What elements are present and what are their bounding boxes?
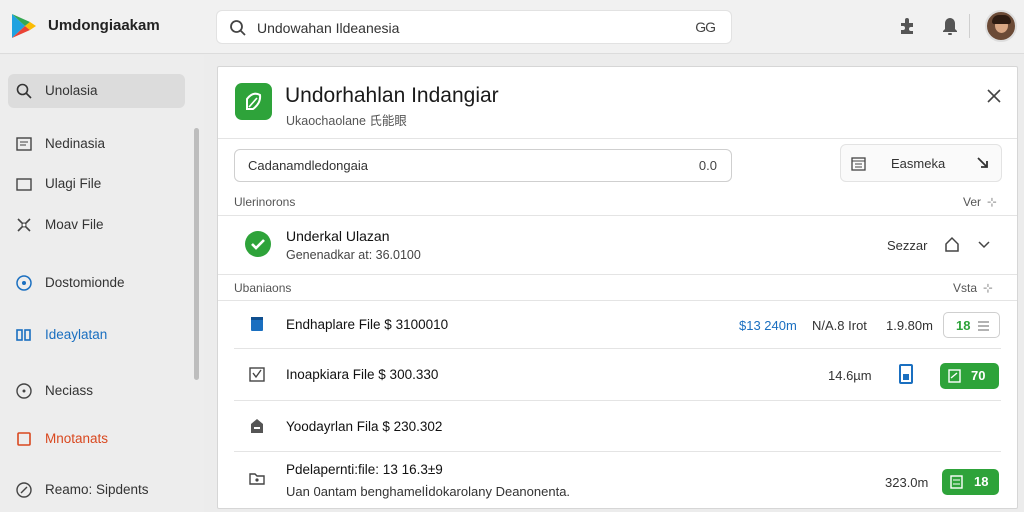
file-size: 14.6µm <box>828 368 872 383</box>
sidebar-scrollbar[interactable] <box>194 128 199 380</box>
detail-panel: Undorhahlan Indangiar Ukaochaolane 氏能眼 C… <box>217 66 1018 509</box>
arrow-icon <box>977 157 988 168</box>
divider <box>218 274 1017 275</box>
app-title: Umdongiaakam <box>48 17 160 34</box>
search-icon <box>16 83 32 99</box>
count-badge[interactable]: 18 <box>943 312 1000 338</box>
sidebar-item-label: Ideaylatan <box>45 327 108 342</box>
toolbar-divider <box>969 14 970 38</box>
sidebar-item-label: Nedinasia <box>45 136 106 151</box>
sidebar-item-label: Reamo: Sipdents <box>45 482 149 497</box>
columns-icon <box>16 329 31 341</box>
document-icon <box>950 475 963 489</box>
divider <box>234 400 1001 401</box>
name-field[interactable]: Cadanamdledongaia 0.0 <box>234 149 732 182</box>
calendar-icon <box>851 157 866 171</box>
image-icon <box>249 367 265 382</box>
menu-icon <box>978 321 989 331</box>
file-size: 323.0m <box>885 475 929 490</box>
bookmark-icon <box>17 432 31 446</box>
sort-label: Vsta <box>953 281 978 295</box>
file-name: Pdelapernti:file: 13 16.3±9 <box>286 462 443 477</box>
top-bar: Umdongiaakam Undowahan Ildeanesia GG <box>0 0 1024 54</box>
sidebar-item-label: Ulagi File <box>45 176 102 191</box>
sort-label: Ver <box>963 195 982 209</box>
document-icon <box>16 137 32 151</box>
puzzle-icon[interactable] <box>896 14 920 38</box>
sidebar-item-moav-file[interactable]: Moav File <box>8 208 185 242</box>
app-icon <box>235 83 272 120</box>
sidebar-item-label: Dostomionde <box>45 275 125 290</box>
tools-icon <box>17 218 31 232</box>
avatar[interactable] <box>985 10 1017 42</box>
sidebar-item-label: Mnotanats <box>45 431 109 446</box>
clock-icon <box>16 383 32 399</box>
folder-icon <box>16 178 32 191</box>
item-name: Underkal Ulazan <box>286 228 390 244</box>
search-bar[interactable]: Undowahan Ildeanesia GG <box>216 10 732 44</box>
divider <box>234 451 1001 452</box>
file-icon <box>899 364 913 384</box>
badge-value: 18 <box>956 318 971 333</box>
file-name: Inoapkiara File $ 300.330 <box>286 367 439 382</box>
file-name: Yoodayrlan Fila $ 230.302 <box>286 419 443 434</box>
file-size: 1.9.80m <box>886 318 933 333</box>
field-value: Cadanamdledongaia <box>248 158 368 173</box>
close-icon[interactable] <box>985 87 1003 105</box>
section-label: Ubaniaons <box>234 281 292 295</box>
badge-value: 70 <box>971 368 986 383</box>
info-icon <box>16 275 32 291</box>
divider <box>218 138 1017 139</box>
file-price: $13 240m <box>739 318 797 333</box>
section-sort[interactable]: Ver ⊹ <box>963 195 997 209</box>
count-badge[interactable]: 18 <box>942 469 999 495</box>
section-sort[interactable]: Vsta ⊹ <box>953 281 993 295</box>
house-icon[interactable] <box>944 236 960 253</box>
search-go-button[interactable]: GG <box>695 19 716 35</box>
item-meta: Genenadkar at: 36.0100 <box>286 248 421 262</box>
divider <box>234 348 1001 349</box>
search-input[interactable]: Undowahan Ildeanesia <box>257 20 399 36</box>
folder-icon <box>249 473 265 485</box>
bell-icon[interactable] <box>938 14 962 38</box>
count-badge[interactable]: 70 <box>940 363 999 389</box>
sidebar-item-label: Neciass <box>45 383 94 398</box>
app-logo-icon[interactable] <box>10 12 38 40</box>
divider <box>218 300 1017 301</box>
sidebar-item-label: Unolasia <box>45 83 98 98</box>
edit-icon <box>948 369 961 383</box>
section-label: Ulerinorons <box>234 195 296 209</box>
sidebar: Unolasia Nedinasia Ulagi File Moav File … <box>0 55 204 512</box>
document-icon <box>251 317 263 331</box>
panel-subtitle: Ukaochaolane 氏能眼 <box>286 114 407 128</box>
badge-value: 18 <box>974 474 989 489</box>
button-label: Easmeka <box>891 156 946 171</box>
item-size: Sezzar <box>887 238 928 253</box>
divider <box>218 215 1017 216</box>
pin-icon: ⊹ <box>983 281 994 295</box>
sidebar-item-nedinasia[interactable]: Nedinasia <box>8 127 185 161</box>
sidebar-item-neciass[interactable]: Neciass <box>8 374 185 408</box>
file-status: N/A.8 Irot <box>812 318 867 333</box>
panel-title: Undorhahlan Indangiar <box>285 84 499 107</box>
sidebar-item-reamo-sipdents[interactable]: Reamo: Sipdents <box>8 473 185 507</box>
sidebar-item-mnotanats[interactable]: Mnotanats <box>8 422 185 456</box>
pin-icon: ⊹ <box>987 195 998 209</box>
easmeka-button[interactable]: Easmeka <box>840 144 1002 182</box>
field-suffix: 0.0 <box>698 158 717 173</box>
chevron-down-icon[interactable] <box>978 241 990 249</box>
sidebar-item-unolasia[interactable]: Unolasia <box>8 74 185 108</box>
file-description: Uan 0antam benghamelİdokarolany Deanonen… <box>286 484 571 499</box>
check-icon <box>245 231 271 257</box>
sidebar-item-ulagi-file[interactable]: Ulagi File <box>8 167 185 201</box>
sidebar-item-label: Moav File <box>45 217 104 232</box>
file-name: Endhaplare File $ 3100010 <box>286 317 449 332</box>
sidebar-item-ideaylatan[interactable]: Ideaylatan <box>8 318 185 352</box>
settings-icon <box>16 482 32 498</box>
search-icon <box>230 20 246 36</box>
sidebar-item-dostomionde[interactable]: Dostomionde <box>8 266 185 300</box>
archive-icon <box>251 419 263 433</box>
